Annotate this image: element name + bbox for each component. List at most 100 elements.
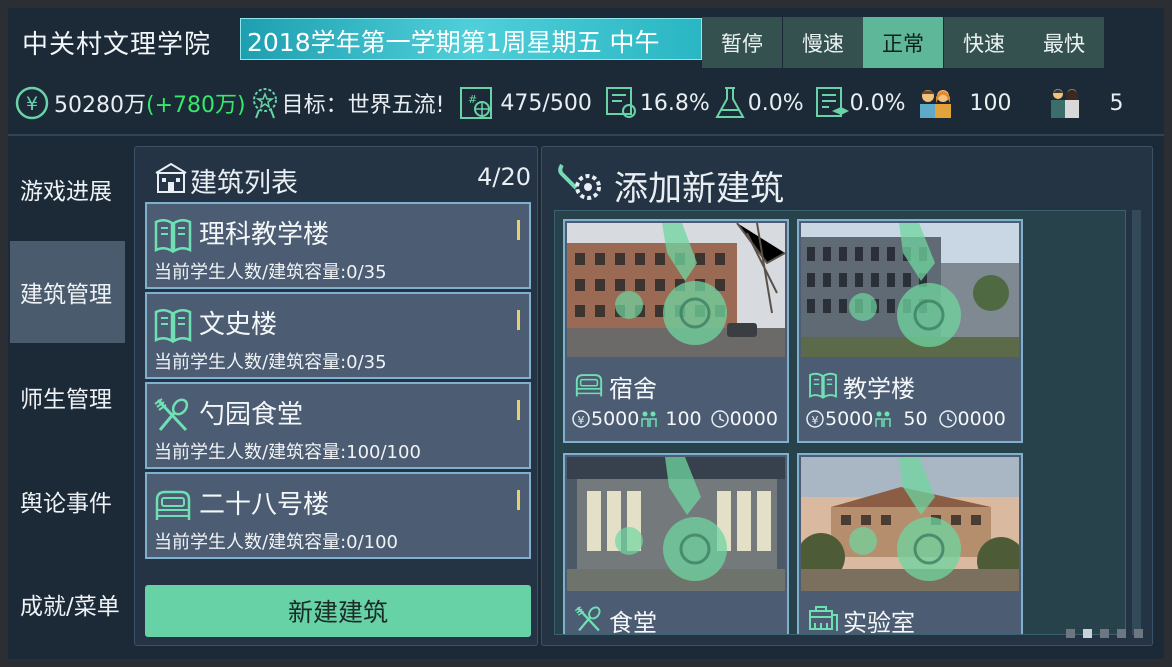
time-value: 0000 xyxy=(729,408,778,430)
building-type-name: 宿舍 xyxy=(609,375,657,403)
utensils-icon xyxy=(154,398,189,432)
sidebar-item-buildings[interactable]: 建筑管理 xyxy=(10,241,125,343)
speed-pause-button[interactable]: 暂停 xyxy=(702,17,782,68)
yuan-coin-icon: ¥ xyxy=(806,410,824,428)
goal-text: 目标：世界五流! xyxy=(281,93,445,118)
speed-fast-button[interactable]: 快速 xyxy=(944,17,1024,68)
lab-icon xyxy=(809,606,838,631)
wrench-gear-icon xyxy=(558,163,601,200)
building-status-marker xyxy=(517,490,520,510)
building-type-card-laboratory[interactable]: 实验室 xyxy=(797,453,1023,635)
rate3-stat: 0.0% xyxy=(814,85,906,121)
flask-icon xyxy=(715,87,745,118)
svg-text:¥: ¥ xyxy=(812,414,819,427)
page-dot xyxy=(1134,629,1143,638)
time-value: 0000 xyxy=(957,408,1006,430)
yuan-coin-icon: ¥ xyxy=(572,410,590,428)
building-item[interactable]: 理科教学楼 当前学生人数/建筑容量:0/35 xyxy=(145,202,531,289)
staff-icon xyxy=(1050,89,1079,118)
add-panel-title: 添加新建筑 xyxy=(614,169,784,209)
stats-bar: ¥ 50280万 (+780万) 目标：世界五流! # 475/500 16.8… xyxy=(14,80,1154,126)
people-icon xyxy=(641,411,658,427)
dormitory-photo xyxy=(567,223,785,357)
building-item[interactable]: 勺园食堂 当前学生人数/建筑容量:100/100 xyxy=(145,382,531,469)
building-status-marker xyxy=(517,310,520,330)
building-item[interactable]: 文史楼 当前学生人数/建筑容量:0/35 xyxy=(145,292,531,379)
page-dot xyxy=(1083,629,1092,638)
building-status-marker xyxy=(517,220,520,240)
capacity-value: 475/500 xyxy=(500,90,592,116)
speed-normal-button[interactable]: 正常 xyxy=(863,17,943,68)
building-item[interactable]: 二十八号楼 当前学生人数/建筑容量:0/100 xyxy=(145,472,531,559)
staff-stat: 5 xyxy=(1046,85,1124,121)
add-building-panel: 添加新建筑 宿舍 ¥ 5000 100 0000 教学楼 ¥ 5000 50 0… xyxy=(541,146,1153,646)
building-name: 理科教学楼 xyxy=(199,220,330,250)
capacity-stat: # 475/500 xyxy=(458,85,592,121)
teachers-icon xyxy=(919,90,951,118)
building-type-grid: 宿舍 ¥ 5000 100 0000 教学楼 ¥ 5000 50 0000 食堂… xyxy=(554,210,1126,635)
people-icon xyxy=(875,411,892,427)
rate3-value: 0.0% xyxy=(849,90,906,116)
graduate-document-icon xyxy=(815,87,849,117)
bed-icon xyxy=(155,490,191,520)
rate2-stat: 0.0% xyxy=(712,85,804,121)
building-capacity-info: 当前学生人数/建筑容量:0/35 xyxy=(154,262,387,283)
svg-text:¥: ¥ xyxy=(26,93,38,115)
building-status-marker xyxy=(517,400,520,420)
capacity-value: 100 xyxy=(665,408,702,430)
teaching-building-photo xyxy=(801,223,1019,357)
medal-icon xyxy=(252,88,277,119)
building-list-title: 建筑列表 xyxy=(190,168,298,199)
book-icon xyxy=(154,219,192,254)
rate1-value: 16.8% xyxy=(639,90,710,116)
page-indicator xyxy=(1066,629,1143,638)
building-name: 二十八号楼 xyxy=(199,490,330,520)
yuan-coin-icon: ¥ xyxy=(15,86,49,120)
building-capacity-info: 当前学生人数/建筑容量:0/100 xyxy=(154,532,399,553)
school-name: 中关村文理学院 xyxy=(22,30,212,60)
building-type-name: 教学楼 xyxy=(843,375,915,403)
laboratory-photo xyxy=(801,457,1019,591)
page-dot xyxy=(1066,629,1075,638)
cost-value: 5000 xyxy=(591,408,640,430)
utensils-icon xyxy=(574,606,601,632)
speed-slow-button[interactable]: 慢速 xyxy=(783,17,863,68)
game-window: 中关村文理学院 2018学年第一学期第1周星期五 中午 暂停 慢速 正常 快速 … xyxy=(8,8,1164,659)
sidebar-item-people[interactable]: 师生管理 xyxy=(10,346,125,448)
building-type-name: 食堂 xyxy=(609,609,657,635)
goal-stat: 目标：世界五流! xyxy=(248,85,445,121)
sidebar-item-achievements[interactable]: 成就/菜单 xyxy=(10,553,125,655)
certificate-icon xyxy=(605,87,636,118)
building-capacity-info: 当前学生人数/建筑容量:100/100 xyxy=(154,442,421,463)
building-capacity-info: 当前学生人数/建筑容量:0/35 xyxy=(154,352,387,373)
building-type-card-dormitory[interactable]: 宿舍 ¥ 5000 100 0000 xyxy=(563,219,789,443)
staff-value: 5 xyxy=(1109,90,1124,116)
sidebar-item-progress[interactable]: 游戏进展 xyxy=(10,138,125,240)
building-type-stats: ¥ 5000 100 0000 xyxy=(571,408,778,430)
scrollbar-thumb[interactable] xyxy=(1132,210,1141,635)
capacity-value: 50 xyxy=(903,408,928,430)
rate1-stat: 16.8% xyxy=(604,85,710,121)
building-type-card-teaching[interactable]: 教学楼 ¥ 5000 50 0000 xyxy=(797,219,1023,443)
building-type-name: 实验室 xyxy=(843,609,915,635)
building-name: 文史楼 xyxy=(199,310,278,340)
speed-fastest-button[interactable]: 最快 xyxy=(1024,17,1104,68)
building-name: 勺园食堂 xyxy=(199,400,304,430)
canteen-photo xyxy=(567,457,785,591)
building-type-card-canteen[interactable]: 食堂 xyxy=(563,453,789,635)
bed-icon xyxy=(575,374,603,397)
svg-text:¥: ¥ xyxy=(578,414,585,427)
book-icon xyxy=(809,372,837,399)
page-dot xyxy=(1117,629,1126,638)
teachers-stat: 100 xyxy=(916,85,1012,121)
clock-icon xyxy=(710,410,729,428)
money-delta: (+780万) xyxy=(146,93,246,118)
clock-icon xyxy=(938,410,957,428)
rate2-value: 0.0% xyxy=(747,90,804,116)
teachers-value: 100 xyxy=(969,90,1012,116)
sidebar-item-events[interactable]: 舆论事件 xyxy=(10,450,125,552)
cost-value: 5000 xyxy=(825,408,874,430)
new-building-button[interactable]: 新建建筑 xyxy=(145,585,531,637)
building-type-stats: ¥ 5000 50 0000 xyxy=(805,408,1006,430)
campus-capacity-icon: # xyxy=(460,87,493,119)
